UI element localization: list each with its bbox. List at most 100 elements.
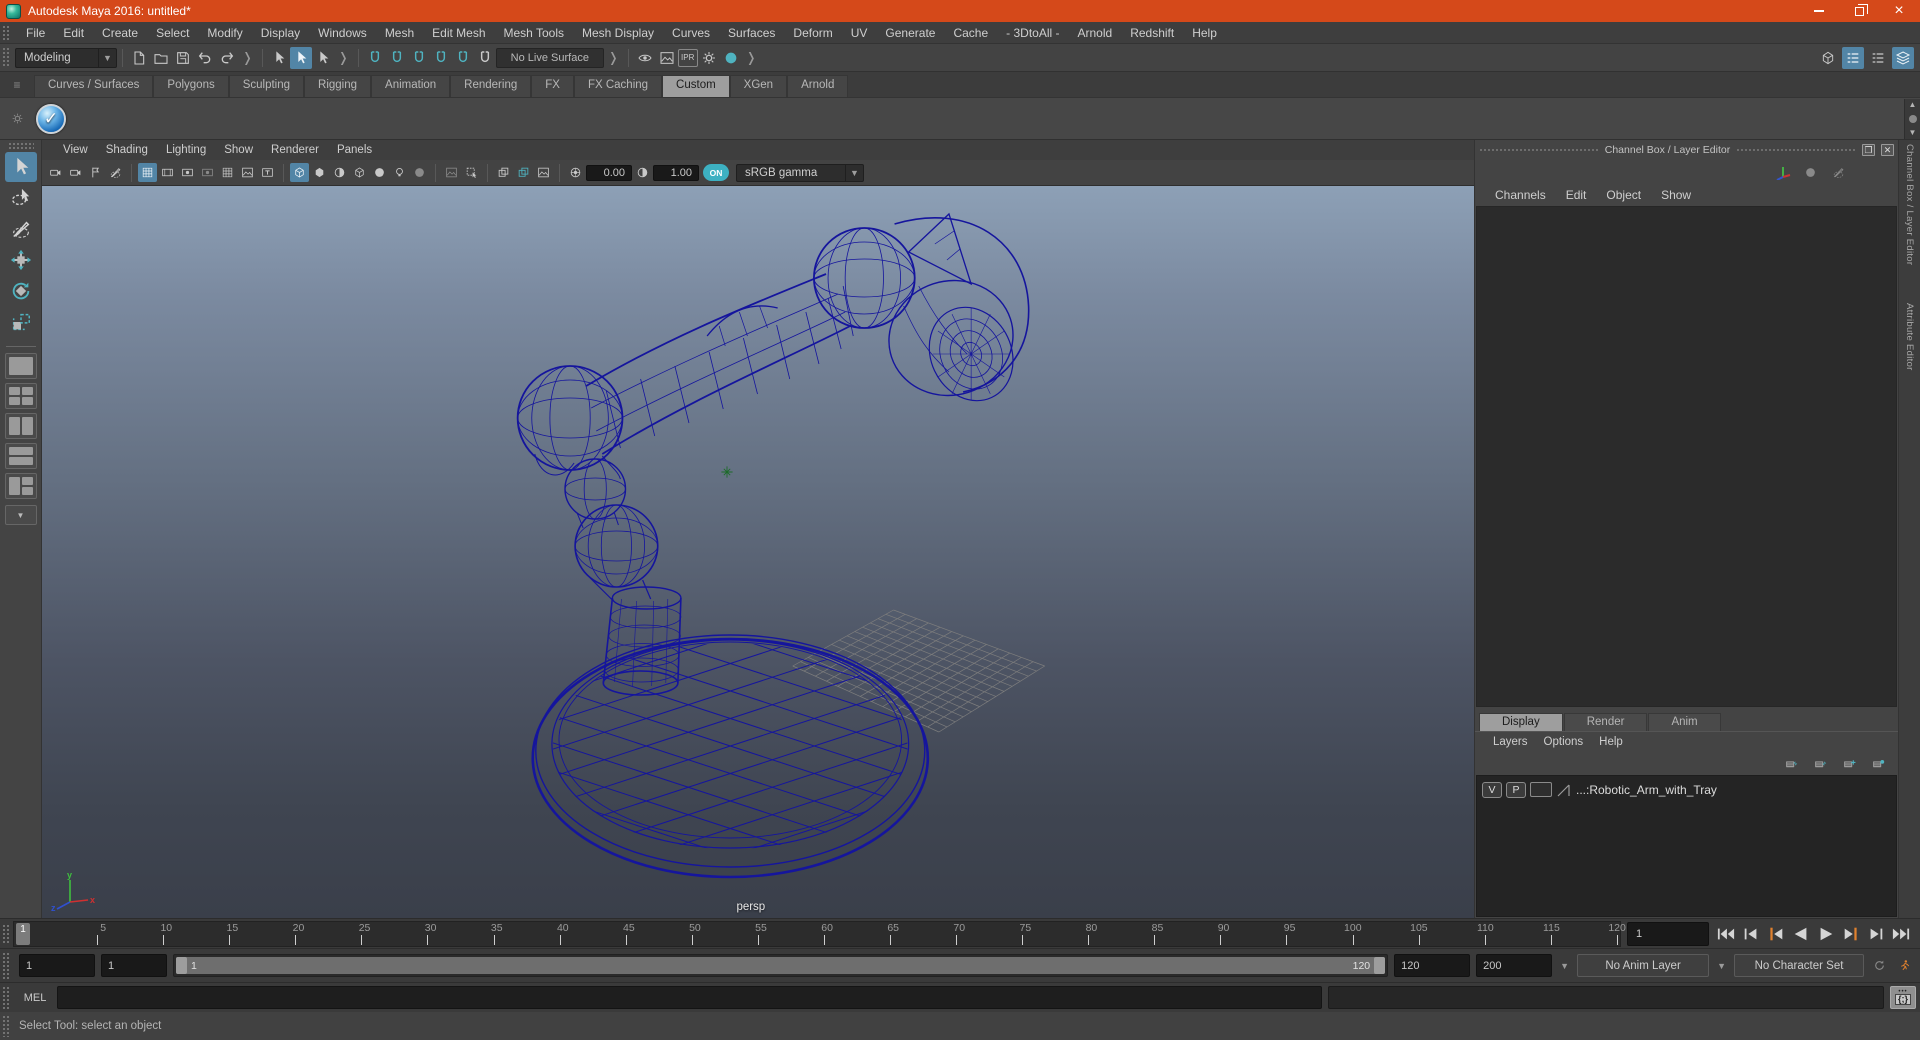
four-pane-layout-button[interactable] [4, 383, 37, 409]
panel-menu-item[interactable]: View [54, 143, 97, 157]
playback-range[interactable]: 1 120 [176, 957, 1386, 974]
step-back-key-button[interactable] [1765, 923, 1787, 945]
timeline-tick[interactable]: 100 [1287, 922, 1362, 946]
cmdline-drag-handle[interactable] [2, 986, 11, 1009]
manipulator-axis-icon[interactable] [1774, 164, 1792, 180]
timeline-tick[interactable]: 5 [32, 922, 106, 946]
grid-toggle-icon[interactable] [138, 163, 157, 182]
shelf-tab[interactable]: Animation [371, 75, 451, 97]
lasso-select-tool[interactable] [5, 183, 37, 213]
character-set-button[interactable]: No Character Set [1734, 954, 1864, 977]
move-layer-down-icon[interactable] [1811, 754, 1830, 773]
bounding-box-icon[interactable] [350, 163, 369, 182]
shelf-tab[interactable]: Polygons [153, 75, 229, 97]
scroll-thumb[interactable] [1908, 114, 1917, 123]
make-live-icon[interactable] [474, 47, 496, 69]
select-camera-icon[interactable] [46, 163, 65, 182]
use-all-lights-icon[interactable] [390, 163, 409, 182]
timeline-tick[interactable]: 50 [627, 922, 701, 946]
playback-loop-icon[interactable] [1870, 956, 1889, 975]
step-forward-key-button[interactable] [1840, 923, 1862, 945]
menu-item[interactable]: - 3DtoAll - [997, 24, 1068, 42]
tool-settings-toggle-icon[interactable] [1892, 46, 1914, 69]
chevron-down-icon[interactable]: ▼ [1558, 961, 1571, 971]
sidebar-tab-attribute-editor[interactable]: Attribute Editor [1904, 303, 1915, 371]
menu-item[interactable]: Arnold [1069, 24, 1122, 42]
timeline-tick[interactable]: 95 [1221, 922, 1295, 946]
timeline-tick[interactable]: 105 [1354, 922, 1428, 946]
film-gate-icon[interactable] [158, 163, 177, 182]
menu-item[interactable]: Mesh Tools [495, 24, 573, 42]
wireframe-display-icon[interactable] [290, 163, 309, 182]
timeline-tick[interactable]: 70 [891, 922, 965, 946]
select-tool[interactable] [4, 152, 37, 182]
go-to-start-button[interactable] [1715, 923, 1737, 945]
layer-editor-tab[interactable]: Display [1479, 713, 1563, 731]
go-to-end-button[interactable] [1890, 923, 1912, 945]
helpline-drag-handle[interactable] [2, 1015, 11, 1037]
menu-item[interactable]: Help [1183, 24, 1226, 42]
shelf-tab[interactable]: Rigging [304, 75, 372, 97]
playback-end-field[interactable]: 120 [1394, 954, 1471, 977]
paint-select-tool[interactable] [5, 214, 37, 244]
layer-display-type-swatch[interactable] [1530, 782, 1552, 797]
select-hierarchy-mode-icon[interactable] [268, 47, 290, 69]
group-expand-icon[interactable]: ❭ [742, 50, 761, 66]
panel-restore-icon[interactable]: ❐ [1862, 144, 1875, 156]
snap-to-curve-icon[interactable] [386, 47, 408, 69]
undo-icon[interactable] [194, 47, 216, 69]
exposure-icon[interactable] [566, 163, 585, 182]
sidebar-tab-channel-box[interactable]: Channel Box / Layer Editor [1904, 144, 1915, 265]
ipr-render-icon[interactable]: IPR [677, 48, 698, 67]
outliner-persp-layout-button[interactable] [4, 413, 37, 439]
shelf-tab[interactable]: Rendering [450, 75, 532, 97]
command-language-toggle[interactable]: MEL [19, 992, 51, 1004]
shadows-icon[interactable] [410, 163, 429, 182]
scroll-down-icon[interactable]: ▼ [1909, 128, 1917, 137]
timeline-tick[interactable]: 40 [495, 922, 569, 946]
panel-menu-item[interactable]: Renderer [262, 143, 328, 157]
field-chart-icon[interactable] [218, 163, 237, 182]
timeline-tick[interactable]: 60 [759, 922, 833, 946]
select-component-mode-icon[interactable] [312, 47, 334, 69]
layer-playback-toggle[interactable]: P [1506, 781, 1526, 798]
menu-item[interactable]: Display [252, 24, 309, 42]
color-management-toggle[interactable]: ON [703, 164, 729, 181]
range-end-handle[interactable] [1374, 957, 1386, 974]
speed-state-icon[interactable] [1801, 163, 1820, 182]
timeline-tick[interactable]: 15 [164, 922, 238, 946]
timeline-tick[interactable]: 30 [362, 922, 436, 946]
menu-item[interactable]: Windows [309, 24, 376, 42]
screen-space-ao-icon[interactable] [442, 163, 461, 182]
scale-tool[interactable] [5, 307, 37, 337]
viewport-canvas[interactable]: y x z persp [42, 186, 1474, 918]
single-pane-layout-button[interactable] [4, 353, 37, 379]
step-back-frame-button[interactable] [1740, 923, 1762, 945]
step-forward-frame-button[interactable] [1865, 923, 1887, 945]
menu-item[interactable]: Create [93, 24, 147, 42]
timeline-drag-handle[interactable] [2, 924, 11, 943]
safe-action-icon[interactable] [238, 163, 257, 182]
attribute-editor-toggle-icon[interactable] [1867, 47, 1889, 69]
menubar-drag-handle[interactable] [2, 25, 11, 40]
move-tool[interactable] [5, 245, 37, 275]
snap-to-projected-center-icon[interactable] [430, 47, 452, 69]
shelf-tab[interactable]: Arnold [787, 75, 849, 97]
play-backwards-button[interactable] [1790, 923, 1812, 945]
create-layer-from-selected-icon[interactable] [1869, 754, 1888, 773]
timeline-tick[interactable]: 85 [1089, 922, 1163, 946]
timeline-tick[interactable]: 75 [957, 922, 1031, 946]
animation-start-field[interactable]: 1 [19, 954, 95, 977]
play-forwards-button[interactable] [1815, 923, 1837, 945]
group-expand-icon[interactable]: ❭ [334, 50, 353, 66]
smooth-shade-icon[interactable] [310, 163, 329, 182]
layer-editor-tab[interactable]: Anim [1648, 713, 1721, 731]
playback-start-field[interactable]: 1 [101, 954, 167, 977]
snap-to-grid-icon[interactable] [364, 47, 386, 69]
xray-icon[interactable] [494, 163, 513, 182]
create-empty-layer-icon[interactable] [1840, 754, 1859, 773]
channel-box-menu-item[interactable]: Channels [1485, 187, 1556, 203]
custom-shelf-item-icon[interactable]: ✓ [36, 103, 66, 134]
auto-keyframe-icon[interactable] [1895, 956, 1914, 975]
menu-item[interactable]: Deform [784, 24, 841, 42]
